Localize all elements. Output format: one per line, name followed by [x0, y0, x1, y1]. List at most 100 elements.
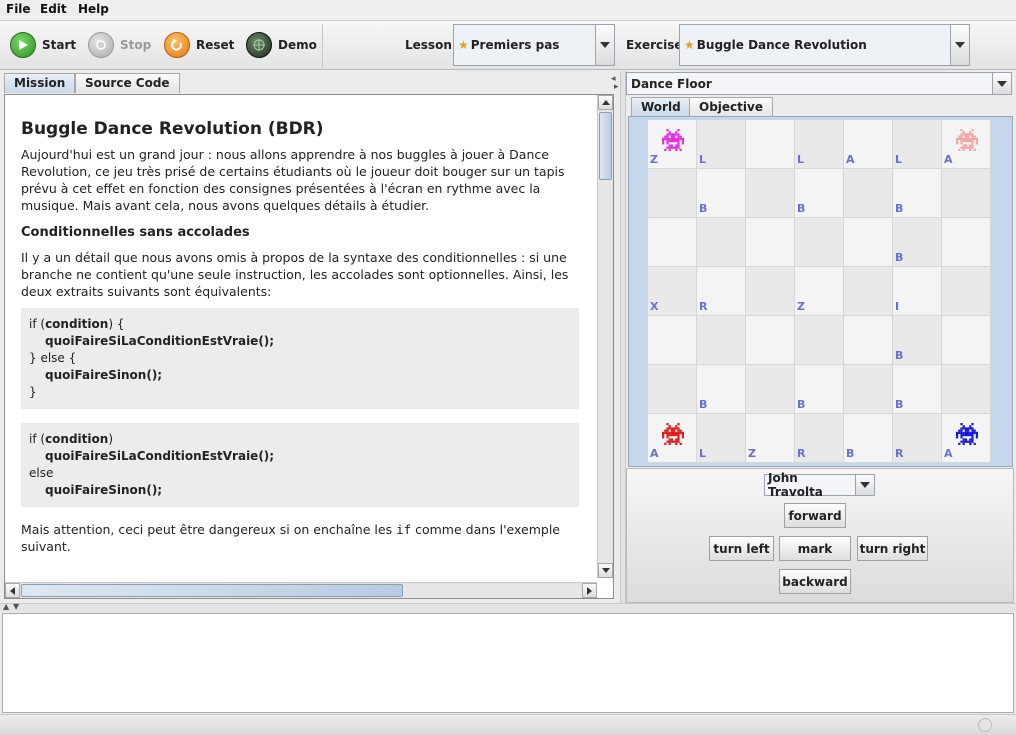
grid-cell[interactable]: A	[942, 120, 991, 169]
stop-button[interactable]: Stop	[88, 21, 151, 69]
tab-world[interactable]: World	[631, 97, 691, 117]
grid-cell[interactable]	[795, 316, 844, 365]
grid-cell[interactable]: R	[795, 414, 844, 463]
menu-help[interactable]: Help	[78, 2, 109, 16]
scroll-right-icon[interactable]	[582, 583, 597, 598]
grid-cell[interactable]: A	[648, 414, 697, 463]
backward-button[interactable]: backward	[779, 569, 851, 594]
menu-bar: File Edit Help	[0, 0, 1016, 20]
grid-cell[interactable]	[746, 218, 795, 267]
tab-source-code[interactable]: Source Code	[75, 73, 180, 93]
grid-cell[interactable]: B	[697, 365, 746, 414]
grid-cell[interactable]	[697, 316, 746, 365]
vertical-scrollbar[interactable]	[597, 95, 613, 578]
grid-cell[interactable]	[648, 169, 697, 218]
turn-right-button[interactable]: turn right	[857, 536, 928, 561]
exercise-select[interactable]: ★ Buggle Dance Revolution	[679, 24, 970, 66]
cell-letter: A	[944, 447, 953, 460]
grid-cell[interactable]	[942, 218, 991, 267]
grid-cell[interactable]	[844, 365, 893, 414]
menu-file[interactable]: File	[6, 2, 31, 16]
grid-cell[interactable]: Z	[795, 267, 844, 316]
chevron-down-icon[interactable]	[855, 475, 874, 495]
grid-cell[interactable]: R	[893, 414, 942, 463]
forward-button[interactable]: forward	[784, 503, 846, 528]
tab-mission[interactable]: Mission	[4, 73, 76, 93]
horizontal-splitter[interactable]: ▲ ▼	[0, 602, 1016, 612]
grid-cell[interactable]: L	[893, 120, 942, 169]
split-expand-icon[interactable]: ▸	[614, 82, 619, 92]
grid-cell[interactable]: Z	[648, 120, 697, 169]
scroll-up-icon[interactable]	[598, 95, 613, 110]
grid-cell[interactable]	[942, 169, 991, 218]
grid-cell[interactable]	[844, 218, 893, 267]
grid-cell[interactable]: A	[844, 120, 893, 169]
scroll-thumb[interactable]	[21, 584, 403, 597]
grid-cell[interactable]	[844, 169, 893, 218]
grid-cell[interactable]	[844, 316, 893, 365]
world-view: Z L L A L A B B B B X R Z I B B B B A L Z R B R A	[628, 116, 1013, 467]
split-up-icon[interactable]: ▲	[3, 602, 9, 611]
demo-button[interactable]: Demo	[246, 21, 317, 69]
grid-cell[interactable]	[942, 267, 991, 316]
cell-letter: B	[797, 202, 806, 215]
reset-button[interactable]: Reset	[164, 21, 234, 69]
grid-cell[interactable]: B	[893, 365, 942, 414]
chevron-down-icon[interactable]	[595, 25, 614, 65]
turn-left-button[interactable]: turn left	[709, 536, 774, 561]
scroll-thumb[interactable]	[599, 112, 612, 180]
grid-cell[interactable]: B	[893, 316, 942, 365]
grid-cell[interactable]: Z	[746, 414, 795, 463]
grid-cell[interactable]: B	[795, 365, 844, 414]
chevron-down-icon[interactable]	[992, 73, 1011, 94]
grid-cell[interactable]: A	[942, 414, 991, 463]
cell-letter: L	[797, 153, 805, 166]
grid-cell[interactable]: B	[893, 218, 942, 267]
grid-cell[interactable]: L	[697, 414, 746, 463]
grid-cell[interactable]: B	[697, 169, 746, 218]
grid-cell[interactable]: L	[697, 120, 746, 169]
grid-cell[interactable]	[746, 267, 795, 316]
grid-cell[interactable]	[795, 218, 844, 267]
cell-letter: B	[895, 202, 904, 215]
grid-cell[interactable]	[648, 218, 697, 267]
grid-cell[interactable]: I	[893, 267, 942, 316]
play-icon	[10, 32, 36, 58]
scroll-down-icon[interactable]	[598, 563, 613, 578]
buggle-select[interactable]: John Travolta	[764, 471, 875, 499]
grid-cell[interactable]: R	[697, 267, 746, 316]
grid-cell[interactable]	[746, 316, 795, 365]
menu-edit[interactable]: Edit	[40, 2, 67, 16]
grid-cell[interactable]	[697, 218, 746, 267]
start-button[interactable]: Start	[10, 21, 76, 69]
grid-cell[interactable]	[648, 316, 697, 365]
stop-icon	[88, 32, 114, 58]
scroll-left-icon[interactable]	[5, 583, 20, 598]
grid-cell[interactable]: X	[648, 267, 697, 316]
mission-intro: Aujourd'hui est un grand jour : nous all…	[21, 147, 565, 213]
world-select[interactable]: Dance Floor	[626, 72, 1012, 95]
grid-cell[interactable]: B	[893, 169, 942, 218]
cell-letter: B	[895, 251, 904, 264]
grid-cell[interactable]	[942, 365, 991, 414]
grid-cell[interactable]	[844, 267, 893, 316]
grid-cell[interactable]	[942, 316, 991, 365]
horizontal-scrollbar[interactable]	[5, 582, 597, 598]
grid-cell[interactable]	[648, 365, 697, 414]
cell-letter: I	[895, 300, 900, 313]
grid-cell[interactable]: B	[844, 414, 893, 463]
lesson-select[interactable]: ★ Premiers pas	[453, 24, 615, 66]
console-output[interactable]	[2, 613, 1014, 713]
grid-cell[interactable]	[746, 120, 795, 169]
mark-button[interactable]: mark	[779, 536, 851, 561]
split-down-icon[interactable]: ▼	[13, 602, 19, 611]
grid-cell[interactable]	[746, 169, 795, 218]
buggle-select-value: John Travolta	[768, 471, 823, 499]
tab-objective[interactable]: Objective	[689, 97, 773, 117]
cell-letter: L	[895, 153, 903, 166]
grid-cell[interactable]	[746, 365, 795, 414]
chevron-down-icon[interactable]	[950, 25, 969, 65]
grid-cell[interactable]: B	[795, 169, 844, 218]
reset-icon	[164, 32, 190, 58]
grid-cell[interactable]: L	[795, 120, 844, 169]
